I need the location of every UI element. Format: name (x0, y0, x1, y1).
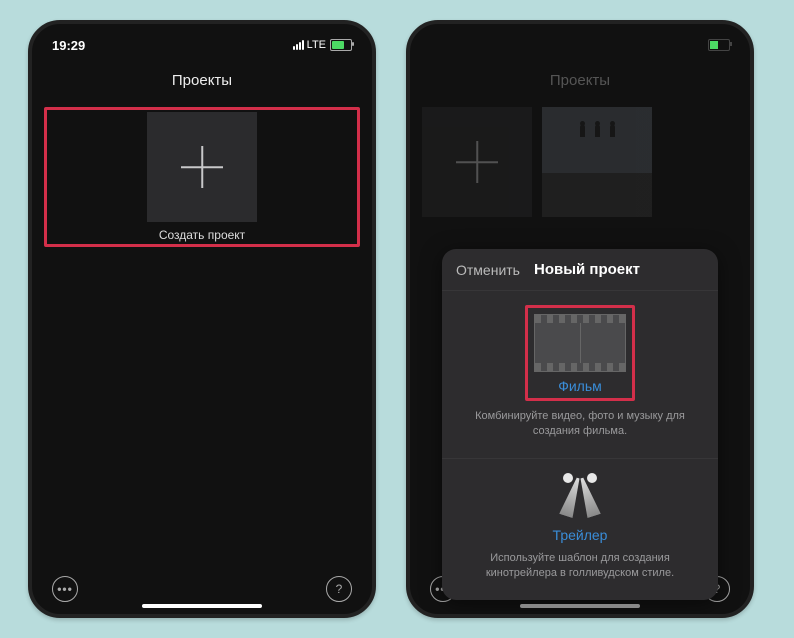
project-thumbnail (542, 107, 652, 217)
phone-screen-projects: 19:29 LTE Проекты Создать проект ••• ? (28, 20, 376, 618)
new-project-modal: Отменить Новый проект Фильм Комбинируйте… (442, 249, 718, 600)
page-title: Проекты (410, 60, 750, 99)
battery-icon (330, 39, 352, 51)
film-description: Комбинируйте видео, фото и музыку для со… (460, 409, 700, 440)
create-project-tile[interactable]: Создать проект (44, 107, 360, 247)
home-indicator[interactable] (520, 604, 640, 608)
signal-icon (293, 40, 304, 50)
option-film[interactable]: Фильм Комбинируйте видео, фото и музыку … (442, 290, 718, 458)
more-button[interactable]: ••• (52, 576, 78, 602)
help-button[interactable]: ? (326, 576, 352, 602)
battery-icon (708, 39, 730, 51)
film-label: Фильм (534, 378, 626, 394)
status-right: LTE (293, 39, 352, 51)
status-right (708, 39, 730, 51)
plus-icon (181, 146, 223, 188)
filmstrip-icon (534, 314, 626, 372)
status-time: 19:29 (52, 38, 85, 53)
option-trailer[interactable]: Трейлер Используйте шаблон для создания … (442, 458, 718, 600)
film-option-highlight: Фильм (525, 305, 635, 401)
create-project-tile-dim (422, 107, 532, 217)
modal-title: Новый проект (534, 261, 640, 278)
trailer-description: Используйте шаблон для создания кинотрей… (460, 551, 700, 582)
home-indicator[interactable] (142, 604, 262, 608)
modal-header: Отменить Новый проект (442, 249, 718, 290)
status-bar (410, 24, 750, 60)
phone-screen-new-project: Проекты Отменить Новый проект Ф (406, 20, 754, 618)
create-project-label: Создать проект (159, 228, 245, 242)
cancel-button[interactable]: Отменить (456, 262, 520, 278)
help-icon: ? (336, 582, 343, 596)
spotlight-icon (555, 473, 605, 523)
page-title: Проекты (32, 60, 372, 99)
projects-grid-dim: Отменить Новый проект Фильм Комбинируйте… (410, 99, 750, 564)
status-bar: 19:29 LTE (32, 24, 372, 60)
network-label: LTE (307, 39, 326, 51)
create-project-box[interactable] (147, 112, 257, 222)
trailer-label: Трейлер (460, 527, 700, 543)
plus-icon (456, 141, 498, 183)
projects-grid: Создать проект (32, 99, 372, 564)
